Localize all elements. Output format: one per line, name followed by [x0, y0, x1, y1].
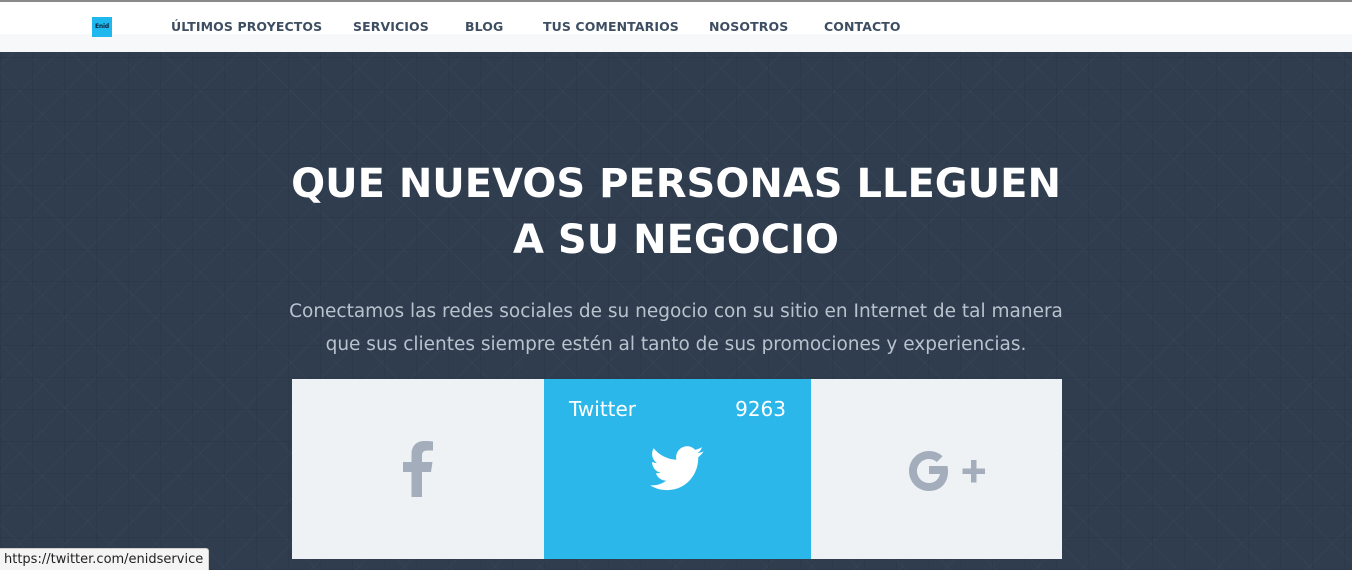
- navbar-band: [0, 34, 1352, 52]
- hero-subtitle: Conectamos las redes sociales de su nego…: [276, 295, 1076, 361]
- nav-item-servicios[interactable]: SERVICIOS: [353, 19, 429, 34]
- site-logo[interactable]: Enid: [92, 17, 112, 37]
- hero-subtitle-line-1: Conectamos las redes sociales de su nego…: [289, 301, 1063, 322]
- twitter-label: Twitter: [569, 397, 637, 421]
- nav-item-blog[interactable]: BLOG: [465, 19, 503, 34]
- nav-item-tus-comentarios[interactable]: TUS COMENTARIOS: [543, 19, 679, 34]
- twitter-card[interactable]: Twitter 9263: [544, 379, 811, 559]
- nav-item-nosotros[interactable]: NOSOTROS: [709, 19, 788, 34]
- twitter-follower-count: 9263: [735, 397, 786, 421]
- twitter-bird-icon: [650, 446, 704, 491]
- hero-title-line-2: A SU NEGOCIO: [513, 217, 839, 263]
- facebook-card[interactable]: [292, 379, 544, 559]
- google-plus-icon: [909, 451, 985, 491]
- page: Enid ÚLTIMOS PROYECTOS SERVICIOS BLOG TU…: [0, 0, 1352, 570]
- browser-status-url: https://twitter.com/enidservice: [0, 548, 210, 570]
- hero-title: QUE NUEVOS PERSONAS LLEGUEN A SU NEGOCIO: [276, 156, 1076, 268]
- facebook-icon: [403, 441, 433, 497]
- google-plus-card[interactable]: [811, 379, 1062, 559]
- nav-item-contacto[interactable]: CONTACTO: [824, 19, 901, 34]
- hero-title-line-1: QUE NUEVOS PERSONAS LLEGUEN: [291, 161, 1061, 207]
- nav-item-ultimos-proyectos[interactable]: ÚLTIMOS PROYECTOS: [171, 19, 322, 34]
- hero-subtitle-line-2: que sus clientes siempre estén al tanto …: [325, 334, 1027, 355]
